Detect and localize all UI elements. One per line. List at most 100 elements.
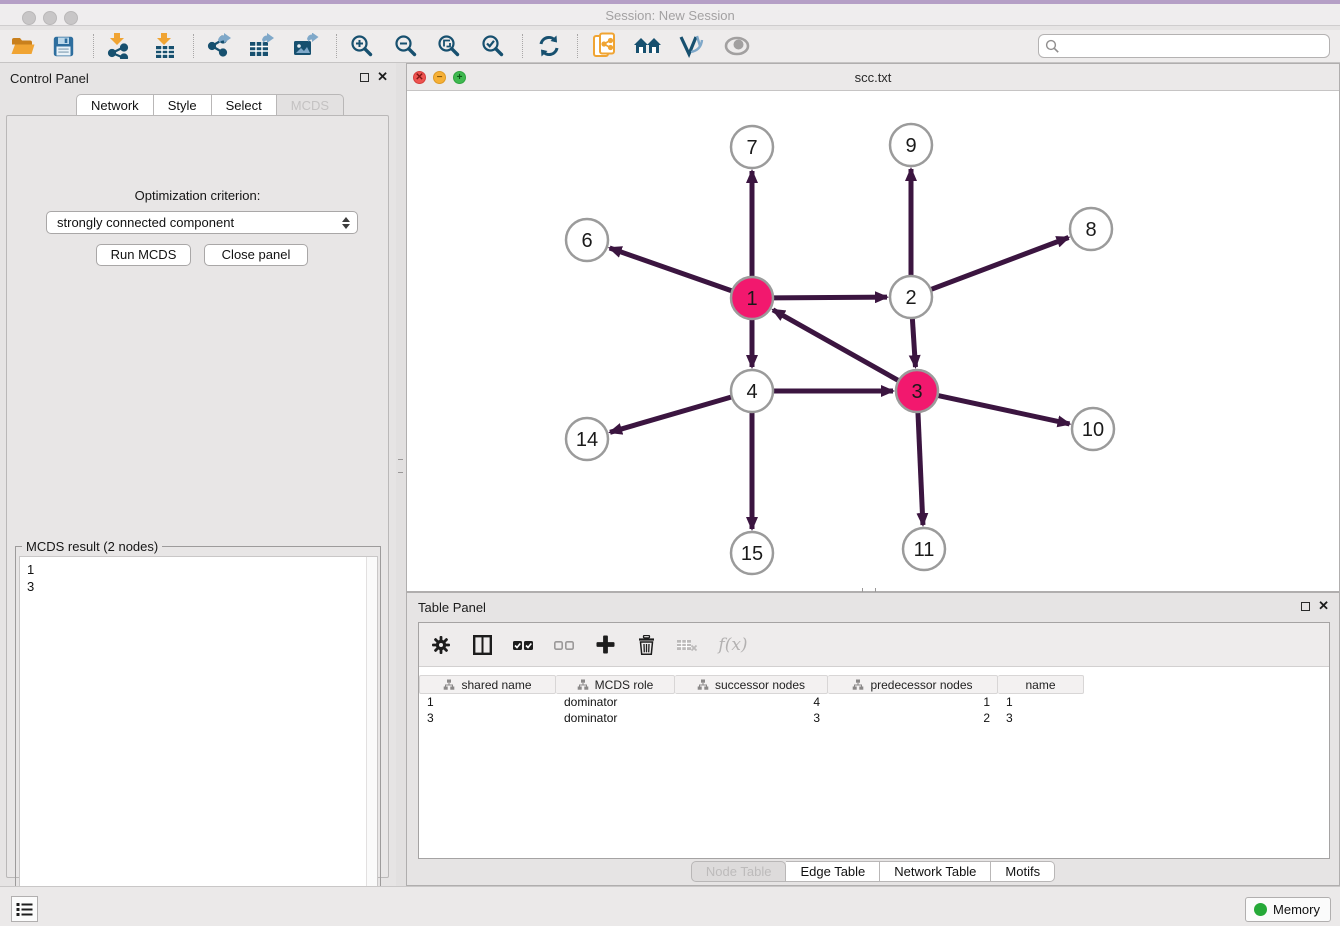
cell-mcds-role[interactable]: dominator: [556, 694, 675, 710]
edge-4-14[interactable]: [610, 397, 732, 432]
import-table-button[interactable]: [146, 30, 184, 62]
search-icon: [1045, 39, 1060, 54]
table-row-2[interactable]: 3dominator323: [419, 710, 1329, 726]
memory-button[interactable]: Memory: [1245, 897, 1331, 922]
table-panel-float-icon[interactable]: [1301, 602, 1310, 611]
column-header-successor-nodes[interactable]: successor nodes: [675, 675, 828, 694]
tab-motifs[interactable]: Motifs: [991, 861, 1055, 882]
node-label-14: 14: [576, 429, 598, 451]
first-neighbors-button[interactable]: [629, 30, 667, 62]
result-scrollbar[interactable]: [366, 557, 377, 920]
optimization-criterion-label: Optimization criterion:: [7, 188, 388, 203]
birds-eye-view-button[interactable]: [718, 30, 756, 62]
table-panel-close-icon[interactable]: ✕: [1318, 600, 1329, 611]
tab-network-table[interactable]: Network Table: [880, 861, 991, 882]
criterion-dropdown[interactable]: strongly connected component: [46, 211, 358, 234]
application-window: Session: New Session: [0, 0, 1340, 926]
status-bar: Memory: [0, 886, 1340, 926]
control-panel-close-icon[interactable]: ✕: [377, 71, 388, 82]
window-title: Session: New Session: [0, 8, 1340, 23]
cell-name[interactable]: 1: [998, 694, 1084, 710]
import-network-button[interactable]: [99, 30, 137, 62]
checked-boxes-icon: [512, 637, 534, 653]
search-input[interactable]: [1064, 39, 1329, 53]
tab-network[interactable]: Network: [76, 94, 154, 116]
edge-2-3[interactable]: [912, 318, 915, 367]
function-builder-button[interactable]: f(x): [716, 633, 750, 657]
zoom-in-button[interactable]: [343, 30, 381, 62]
edge-1-2[interactable]: [773, 297, 887, 298]
hide-graphics-details-button[interactable]: [673, 30, 711, 62]
cell-predecessor-nodes[interactable]: 2: [828, 710, 998, 726]
column-header-mcds-role[interactable]: MCDS role: [556, 675, 675, 694]
cell-mcds-role[interactable]: dominator: [556, 710, 675, 726]
cell-successor-nodes[interactable]: 4: [675, 694, 828, 710]
column-header-name[interactable]: name: [998, 675, 1084, 694]
save-session-button[interactable]: [44, 30, 82, 62]
hierarchy-icon: [852, 679, 864, 690]
edge-3-1[interactable]: [773, 310, 899, 381]
panel-splitter[interactable]: [396, 63, 406, 886]
node-label-6: 6: [581, 230, 592, 252]
column-header-shared-name[interactable]: shared name: [419, 675, 556, 694]
plus-icon: [596, 635, 615, 654]
select-all-button[interactable]: [511, 633, 535, 657]
table-mode-button[interactable]: [429, 633, 453, 657]
edge-2-8[interactable]: [931, 237, 1069, 289]
deselect-all-button[interactable]: [552, 633, 576, 657]
node-table-container: f(x) shared nameMCDS rolesuccessor nodes…: [418, 622, 1330, 859]
window-titlebar: Session: New Session: [0, 0, 1340, 26]
delete-table-button[interactable]: [675, 633, 699, 657]
control-panel-float-icon[interactable]: [360, 73, 369, 82]
search-field[interactable]: [1038, 34, 1330, 58]
tab-style[interactable]: Style: [154, 94, 212, 116]
memory-label: Memory: [1273, 902, 1320, 917]
edge-3-11[interactable]: [918, 412, 923, 525]
control-panel-title: Control Panel: [10, 71, 89, 86]
open-folder-icon: [11, 36, 35, 56]
cell-name[interactable]: 3: [998, 710, 1084, 726]
criterion-value: strongly connected component: [57, 215, 234, 230]
close-panel-button[interactable]: Close panel: [204, 244, 308, 266]
export-image-button[interactable]: [287, 30, 325, 62]
mcds-result-title: MCDS result (2 nodes): [22, 539, 162, 554]
run-mcds-button[interactable]: Run MCDS: [96, 244, 191, 266]
table-body: 1dominator4113dominator323: [419, 694, 1329, 726]
cell-predecessor-nodes[interactable]: 1: [828, 694, 998, 710]
show-columns-button[interactable]: [470, 633, 494, 657]
cell-shared-name[interactable]: 1: [419, 694, 556, 710]
network-canvas[interactable]: 7968124314101511: [407, 91, 1339, 591]
zoom-out-button[interactable]: [387, 30, 425, 62]
tab-mcds[interactable]: MCDS: [277, 94, 344, 116]
network-graph: 7968124314101511: [407, 91, 1339, 591]
export-network-icon: [206, 33, 232, 59]
edge-3-10[interactable]: [938, 395, 1070, 424]
zoom-fit-button[interactable]: [430, 30, 468, 62]
cell-successor-nodes[interactable]: 3: [675, 710, 828, 726]
zoom-selected-icon: [481, 34, 505, 58]
tab-node-table[interactable]: Node Table: [691, 861, 787, 882]
mcds-result-area[interactable]: 1 3: [19, 556, 378, 921]
cell-shared-name[interactable]: 3: [419, 710, 556, 726]
import-table-icon: [154, 33, 176, 59]
node-label-10: 10: [1082, 419, 1104, 441]
export-table-button[interactable]: [243, 30, 281, 62]
function-builder-label: f(x): [718, 635, 747, 655]
delete-columns-button[interactable]: [634, 633, 658, 657]
node-label-15: 15: [741, 543, 763, 565]
column-header-predecessor-nodes[interactable]: predecessor nodes: [828, 675, 998, 694]
network-window-titlebar[interactable]: ✕ − + scc.txt: [407, 64, 1339, 91]
zoom-selected-button[interactable]: [474, 30, 512, 62]
table-header-row: shared nameMCDS rolesuccessor nodesprede…: [419, 675, 1329, 694]
table-row-1[interactable]: 1dominator411: [419, 694, 1329, 710]
toolbar-separator: [577, 34, 578, 58]
create-column-button[interactable]: [593, 633, 617, 657]
refresh-network-button[interactable]: [530, 30, 568, 62]
tab-edge-table[interactable]: Edge Table: [786, 861, 880, 882]
export-network-button[interactable]: [200, 30, 238, 62]
edge-1-6[interactable]: [610, 248, 733, 291]
task-history-button[interactable]: [11, 896, 38, 922]
duplicate-network-button[interactable]: [586, 30, 624, 62]
tab-select[interactable]: Select: [212, 94, 277, 116]
open-session-button[interactable]: [4, 30, 42, 62]
